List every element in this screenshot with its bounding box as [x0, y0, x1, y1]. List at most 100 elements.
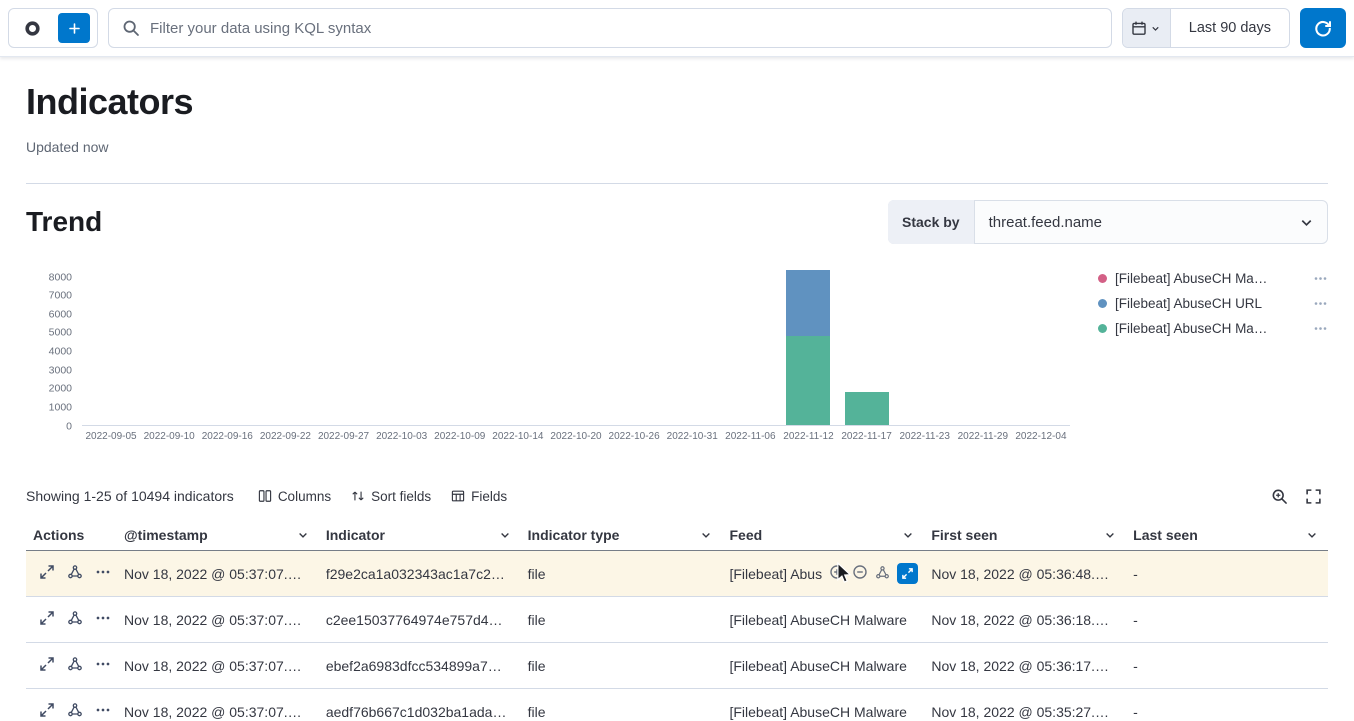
last-seen-cell[interactable]: -: [1126, 612, 1328, 628]
x-axis-tick-label: 2022-10-26: [609, 431, 660, 443]
saved-query-menu-button[interactable]: [9, 9, 55, 47]
kql-search-box[interactable]: [108, 8, 1112, 48]
saved-query-menu-icon: [24, 20, 41, 37]
legend-item[interactable]: [Filebeat] AbuseCH Ma…: [1098, 266, 1328, 291]
calendar-icon: [1131, 20, 1147, 36]
stack-by-select[interactable]: threat.feed.name: [975, 200, 1328, 244]
chart-bar-segment: [786, 270, 830, 337]
columns-button[interactable]: Columns: [248, 485, 341, 508]
indicator-cell[interactable]: c2ee15037764974e757d4…: [319, 612, 521, 628]
table-icon: [451, 489, 465, 503]
table-header-row: Actions @timestamp Indicator Indicator t…: [26, 519, 1328, 551]
cell-hover-actions: [829, 563, 918, 584]
filter-out-button[interactable]: [852, 564, 868, 583]
investigate-in-timeline-button[interactable]: [67, 702, 83, 721]
first-seen-cell[interactable]: Nov 18, 2022 @ 05:35:27.…: [924, 704, 1126, 720]
legend-more-actions-icon[interactable]: [1313, 296, 1328, 311]
column-menu-chevron-icon[interactable]: [499, 529, 511, 541]
y-axis-tick-label: 6000: [49, 309, 72, 320]
last-seen-cell[interactable]: -: [1126, 566, 1328, 582]
timestamp-cell[interactable]: Nov 18, 2022 @ 05:37:07.…: [117, 658, 319, 674]
timestamp-cell[interactable]: Nov 18, 2022 @ 05:37:07.…: [117, 704, 319, 720]
column-menu-chevron-icon[interactable]: [700, 529, 712, 541]
stack-by-selected-value: threat.feed.name: [989, 214, 1102, 231]
investigate-in-timeline-button[interactable]: [67, 564, 83, 583]
sort-fields-button[interactable]: Sort fields: [341, 485, 441, 508]
column-header-label: Indicator type: [528, 527, 620, 543]
column-header-timestamp[interactable]: @timestamp: [117, 519, 319, 550]
column-header-feed[interactable]: Feed: [722, 519, 924, 550]
add-filter-button[interactable]: [58, 13, 90, 43]
legend-more-actions-icon[interactable]: [1313, 321, 1328, 336]
feed-cell[interactable]: [Filebeat] AbuseCH Malware: [722, 704, 924, 720]
column-menu-chevron-icon[interactable]: [1104, 529, 1116, 541]
feed-cell[interactable]: [Filebeat] AbuseCH Malware: [722, 658, 924, 674]
date-range-button[interactable]: Last 90 days: [1171, 9, 1289, 47]
legend-item[interactable]: [Filebeat] AbuseCH URL: [1098, 291, 1328, 316]
y-axis-tick-label: 4000: [49, 346, 72, 357]
stack-by-label: Stack by: [888, 200, 975, 244]
section-divider: [26, 183, 1328, 184]
column-header-indicator-type[interactable]: Indicator type: [521, 519, 723, 550]
last-seen-cell[interactable]: -: [1126, 658, 1328, 674]
x-axis-tick-label: 2022-09-05: [85, 431, 136, 443]
trend-heading: Trend: [26, 206, 102, 238]
x-axis-tick-label: 2022-10-20: [550, 431, 601, 443]
last-seen-cell[interactable]: -: [1126, 704, 1328, 720]
column-header-indicator[interactable]: Indicator: [319, 519, 521, 550]
timestamp-cell[interactable]: Nov 18, 2022 @ 05:37:07.…: [117, 566, 319, 582]
indicator-type-cell[interactable]: file: [521, 612, 723, 628]
column-menu-chevron-icon[interactable]: [1306, 529, 1318, 541]
fullscreen-icon: [1305, 488, 1322, 505]
fields-button[interactable]: Fields: [441, 485, 517, 508]
legend-item[interactable]: [Filebeat] AbuseCH Ma…: [1098, 316, 1328, 341]
investigate-in-timeline-button[interactable]: [67, 610, 83, 629]
column-header-first-seen[interactable]: First seen: [924, 519, 1126, 550]
investigate-in-timeline-button[interactable]: [67, 656, 83, 675]
expand-details-button[interactable]: [39, 564, 55, 583]
column-header-last-seen[interactable]: Last seen: [1126, 519, 1328, 550]
more-actions-icon: [95, 702, 111, 718]
indicators-table: Actions @timestamp Indicator Indicator t…: [26, 519, 1328, 721]
timestamp-cell[interactable]: Nov 18, 2022 @ 05:37:07.…: [117, 612, 319, 628]
y-axis-tick-label: 3000: [49, 365, 72, 376]
y-axis-tick-label: 5000: [49, 328, 72, 339]
indicator-type-cell[interactable]: file: [521, 658, 723, 674]
inspect-button[interactable]: [1264, 483, 1294, 509]
fullscreen-button[interactable]: [1298, 483, 1328, 509]
first-seen-cell[interactable]: Nov 18, 2022 @ 05:36:17.…: [924, 658, 1126, 674]
add-to-timeline-button[interactable]: [875, 565, 890, 583]
legend-more-actions-icon[interactable]: [1313, 271, 1328, 286]
indicator-cell[interactable]: aedf76b667c1d032ba1ada…: [319, 704, 521, 720]
column-menu-chevron-icon[interactable]: [297, 529, 309, 541]
kql-search-input[interactable]: [150, 20, 1098, 37]
refresh-button[interactable]: [1300, 8, 1346, 48]
expand-details-button[interactable]: [39, 702, 55, 721]
legend-label: [Filebeat] AbuseCH URL: [1115, 296, 1305, 311]
filter-in-button[interactable]: [829, 564, 845, 583]
column-menu-chevron-icon[interactable]: [902, 529, 914, 541]
date-quick-select-button[interactable]: [1123, 9, 1171, 47]
feed-cell[interactable]: [Filebeat] AbuseCH Malware: [722, 612, 924, 628]
cell-actions-expand-button[interactable]: [897, 563, 918, 584]
more-actions-button[interactable]: [95, 656, 111, 675]
legend-dot: [1098, 274, 1107, 283]
chart-legend: [Filebeat] AbuseCH Ma… [Filebeat] AbuseC…: [1098, 264, 1328, 445]
indicator-type-cell[interactable]: file: [521, 704, 723, 720]
more-actions-button[interactable]: [95, 702, 111, 721]
feed-cell[interactable]: [Filebeat] Abus…: [722, 563, 924, 584]
more-actions-button[interactable]: [95, 564, 111, 583]
x-axis-tick-label: 2022-09-16: [202, 431, 253, 443]
expand-details-button[interactable]: [39, 656, 55, 675]
indicator-cell[interactable]: ebef2a6983dfcc534899a7…: [319, 658, 521, 674]
chart-bar[interactable]: [845, 264, 889, 425]
indicator-cell[interactable]: f29e2ca1a032343ac1a7c2…: [319, 566, 521, 582]
chart-bar-segment: [845, 392, 889, 425]
chart-bar[interactable]: [786, 264, 830, 425]
first-seen-cell[interactable]: Nov 18, 2022 @ 05:36:48.…: [924, 566, 1126, 582]
chevron-down-icon: [1150, 23, 1161, 34]
more-actions-button[interactable]: [95, 610, 111, 629]
expand-details-button[interactable]: [39, 610, 55, 629]
first-seen-cell[interactable]: Nov 18, 2022 @ 05:36:18.…: [924, 612, 1126, 628]
indicator-type-cell[interactable]: file: [521, 566, 723, 582]
